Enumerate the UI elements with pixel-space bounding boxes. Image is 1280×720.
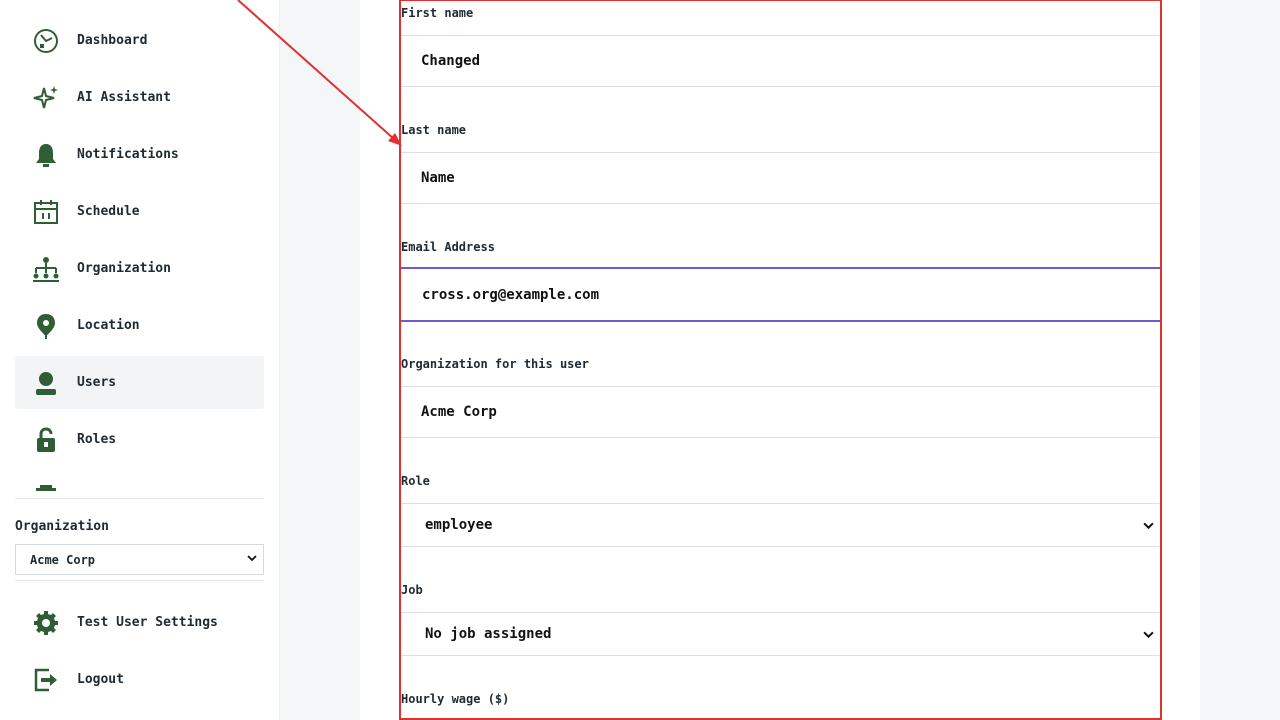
org-chart-icon <box>30 253 62 285</box>
annotation-frame <box>399 0 1162 720</box>
chevron-down-icon <box>247 555 257 562</box>
organization-select[interactable]: Acme Corp <box>15 544 264 575</box>
organization-select-value: Acme Corp <box>30 552 96 567</box>
sidebar-item-label: Roles <box>77 432 117 447</box>
sidebar-item-label: AI Assistant <box>77 90 171 105</box>
organization-label: Organization <box>15 519 109 534</box>
sidebar-item-notifications[interactable]: Notifications <box>15 128 264 181</box>
sidebar: Dashboard AI Assistant Notifications Sch… <box>0 0 280 720</box>
bell-icon <box>30 139 62 171</box>
logout-button[interactable]: Logout <box>15 653 264 706</box>
calendar-icon <box>30 196 62 228</box>
partial-icon <box>30 481 62 493</box>
lock-icon <box>30 424 62 456</box>
test-user-settings-button[interactable]: Test User Settings <box>15 596 264 649</box>
sidebar-item-label: Dashboard <box>77 33 148 48</box>
sidebar-item-roles[interactable]: Roles <box>15 413 264 466</box>
test-user-settings-label: Test User Settings <box>77 615 218 630</box>
logout-label: Logout <box>77 672 124 687</box>
sidebar-item-ai-assistant[interactable]: AI Assistant <box>15 71 264 124</box>
sidebar-item-schedule[interactable]: Schedule <box>15 185 264 238</box>
sidebar-divider <box>15 580 264 581</box>
sidebar-item-label: Organization <box>77 261 171 276</box>
sidebar-nav: Dashboard AI Assistant Notifications Sch… <box>15 14 264 492</box>
sidebar-item-dashboard[interactable]: Dashboard <box>15 14 264 67</box>
sidebar-divider <box>15 498 264 499</box>
sidebar-item-organization[interactable]: Organization <box>15 242 264 295</box>
sparkle-icon <box>30 82 62 114</box>
sidebar-item-label: Schedule <box>77 204 140 219</box>
dashboard-icon <box>30 25 62 57</box>
sidebar-item-label: Notifications <box>77 147 179 162</box>
sidebar-item-users[interactable]: Users <box>15 356 264 409</box>
location-pin-icon <box>30 310 62 342</box>
gear-icon <box>30 607 62 639</box>
sidebar-item-partial[interactable] <box>15 470 264 492</box>
logout-icon <box>30 664 62 696</box>
sidebar-item-label: Users <box>77 375 117 390</box>
user-icon <box>30 367 62 399</box>
sidebar-item-label: Location <box>77 318 140 333</box>
sidebar-item-location[interactable]: Location <box>15 299 264 352</box>
